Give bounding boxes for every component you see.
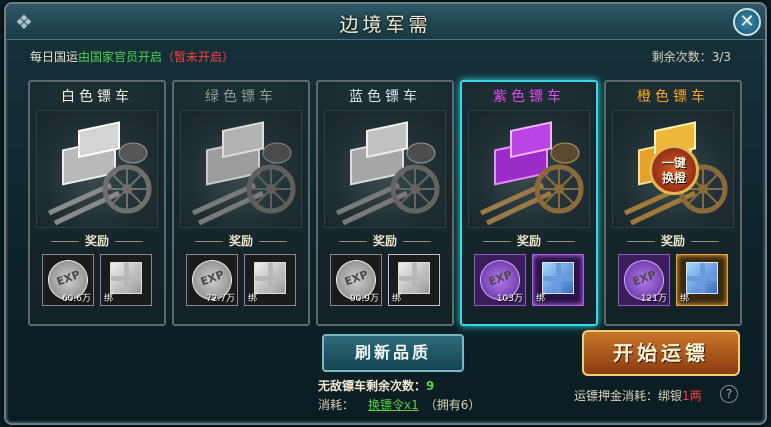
bound-tag: 绑 xyxy=(536,294,546,304)
remaining-value: 3/3 xyxy=(711,50,731,64)
exp-amount: 90.9万 xyxy=(349,294,379,304)
exp-reward-slot[interactable]: EXP 72.7万 xyxy=(186,254,238,306)
bound-tag: 绑 xyxy=(680,294,690,304)
cart-icon xyxy=(479,121,584,225)
gift-reward-slot[interactable]: 绑 xyxy=(532,254,584,306)
cart-image: 一键 换橙 xyxy=(612,110,734,228)
info-highlight: 由国家官员开启 xyxy=(78,50,163,64)
reward-label: 奖励 xyxy=(318,232,452,249)
exp-reward-slot[interactable]: EXP 121万 xyxy=(618,254,670,306)
cart-title: 白色镖车 xyxy=(36,86,158,108)
exp-reward-slot[interactable]: EXP 90.9万 xyxy=(330,254,382,306)
exp-amount: 72.7万 xyxy=(205,294,235,304)
exp-reward-slot[interactable]: EXP 103万 xyxy=(474,254,526,306)
gift-reward-slot[interactable]: 绑 xyxy=(100,254,152,306)
reward-label: 奖励 xyxy=(174,232,308,249)
cart-card-purple[interactable]: 紫色镖车 奖励 EXP 103万 绑 xyxy=(460,80,598,326)
bound-tag: 绑 xyxy=(104,294,114,304)
close-icon: ✕ xyxy=(739,11,755,32)
cart-image xyxy=(180,110,302,228)
cart-title: 绿色镖车 xyxy=(180,86,302,108)
deposit-cost: 运镖押金消耗：绑银1两 xyxy=(574,387,702,404)
cart-icon xyxy=(191,121,296,225)
bound-tag: 绑 xyxy=(392,294,402,304)
invincible-count: 无敌镖车剩余次数：9 xyxy=(318,377,434,394)
gift-reward-slot[interactable]: 绑 xyxy=(388,254,440,306)
gift-box-icon xyxy=(254,262,286,294)
help-icon[interactable]: ? xyxy=(720,385,738,403)
window-title: 边境军需 xyxy=(339,14,432,36)
invincible-label: 无敌镖车剩余次数： xyxy=(318,379,427,393)
remaining-label: 剩余次数： xyxy=(651,50,712,64)
cart-title: 紫色镖车 xyxy=(468,86,590,108)
gift-box-icon xyxy=(542,262,574,294)
cart-image xyxy=(36,110,158,228)
invincible-value: 9 xyxy=(426,379,435,393)
exp-amount: 60.6万 xyxy=(61,294,91,304)
gift-box-icon xyxy=(110,262,142,294)
start-escort-button[interactable]: 开始运镖 xyxy=(582,330,740,376)
deposit-value: 1两 xyxy=(682,389,702,403)
cost-item-link[interactable]: 换镖令x1 xyxy=(368,398,419,412)
cart-title: 橙色镖车 xyxy=(612,86,734,108)
reward-label: 奖励 xyxy=(30,232,164,249)
cost-line: 消耗： 换镖令x1 （拥有6） xyxy=(318,396,480,413)
cost-owned: （拥有6） xyxy=(424,398,481,412)
refresh-quality-button[interactable]: 刷新品质 xyxy=(322,334,464,372)
info-prefix: 每日国运 xyxy=(30,50,79,64)
exp-amount: 121万 xyxy=(640,294,667,304)
cart-icon xyxy=(335,121,440,225)
cart-title: 蓝色镖车 xyxy=(324,86,446,108)
close-button[interactable]: ✕ xyxy=(733,8,761,36)
cart-image xyxy=(468,110,590,228)
cost-label: 消耗： xyxy=(318,398,355,412)
bound-tag: 绑 xyxy=(248,294,258,304)
gift-box-icon xyxy=(398,262,430,294)
cart-list: 白色镖车 奖励 EXP 60.6万 绑 绿色镖车 奖励 EXP 72.7万 绑 … xyxy=(28,80,744,326)
cart-card-green[interactable]: 绿色镖车 奖励 EXP 72.7万 绑 xyxy=(172,80,310,326)
cart-image xyxy=(324,110,446,228)
remaining-count: 剩余次数：3/3 xyxy=(652,48,731,65)
reward-label: 奖励 xyxy=(462,232,596,249)
gift-reward-slot[interactable]: 绑 xyxy=(676,254,728,306)
title-bar: ❖ 边境军需 ✕ xyxy=(6,4,765,40)
cart-card-orange[interactable]: 橙色镖车 一键 换橙 奖励 EXP 121万 绑 xyxy=(604,80,742,326)
cart-card-blue[interactable]: 蓝色镖车 奖励 EXP 90.9万 绑 xyxy=(316,80,454,326)
quick-orange-button[interactable]: 一键 换橙 xyxy=(649,145,699,195)
exp-reward-slot[interactable]: EXP 60.6万 xyxy=(42,254,94,306)
gift-box-icon xyxy=(686,262,718,294)
cart-card-white[interactable]: 白色镖车 奖励 EXP 60.6万 绑 xyxy=(28,80,166,326)
reward-label: 奖励 xyxy=(606,232,740,249)
exp-amount: 103万 xyxy=(496,294,523,304)
quick-orange-line1: 一键 xyxy=(661,156,686,170)
deposit-label: 运镖押金消耗：绑银 xyxy=(574,389,683,403)
cart-icon xyxy=(47,121,152,225)
info-status: （暂未开启） xyxy=(162,50,235,64)
quick-orange-line2: 换橙 xyxy=(661,171,686,185)
gift-reward-slot[interactable]: 绑 xyxy=(244,254,296,306)
daily-fortune-info: 每日国运由国家官员开启（暂未开启） xyxy=(30,48,234,65)
